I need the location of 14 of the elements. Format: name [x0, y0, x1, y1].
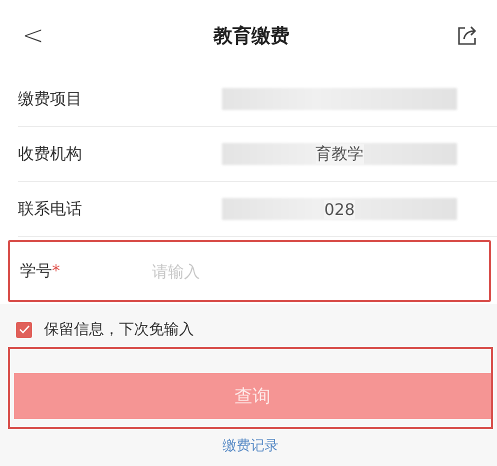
- share-icon[interactable]: [455, 24, 479, 48]
- field-value: 育教学: [316, 144, 364, 164]
- query-button[interactable]: 查询: [14, 373, 491, 419]
- field-label: 联系电话: [18, 198, 83, 220]
- payment-records-link[interactable]: 缴费记录: [222, 437, 278, 455]
- field-label: 学号*: [20, 260, 61, 282]
- checkbox[interactable]: [16, 322, 32, 338]
- page-title: 教育缴费: [212, 24, 290, 49]
- field-value: 028: [324, 200, 355, 218]
- field-label: 缴费项目: [18, 88, 83, 110]
- checkbox-label: 保留信息，下次免输入: [44, 320, 194, 339]
- back-button[interactable]: <: [18, 21, 48, 51]
- checkmark-icon: [18, 325, 30, 334]
- field-label: 收费机构: [18, 144, 83, 164]
